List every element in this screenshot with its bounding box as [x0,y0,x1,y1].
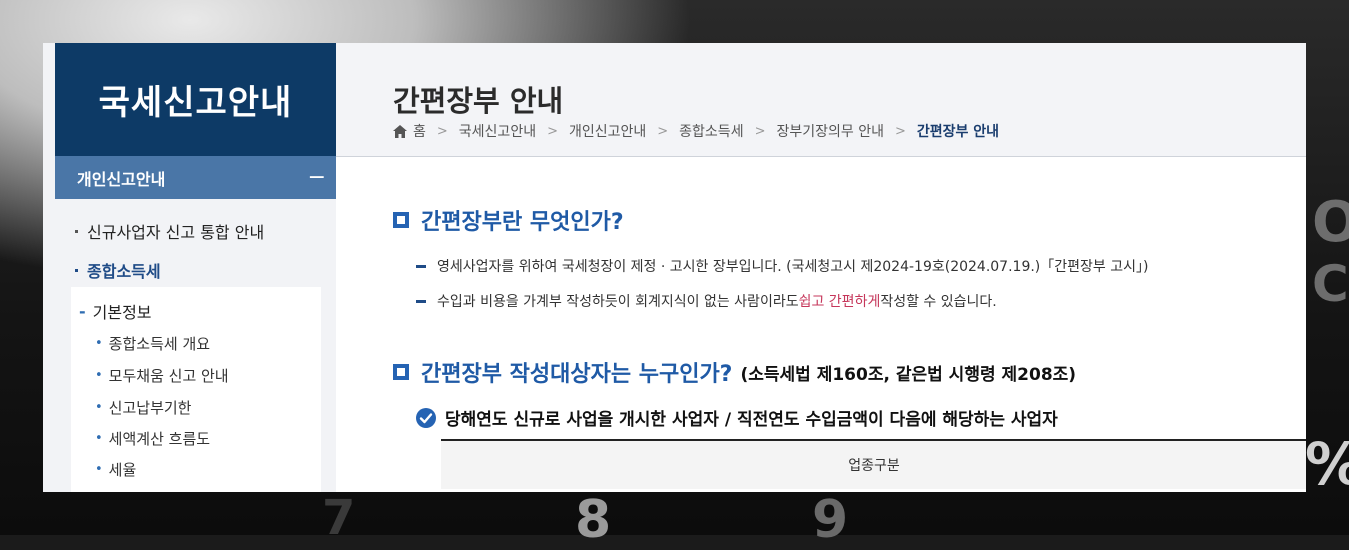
breadcrumb-item[interactable]: 장부기장의무 안내 [776,121,884,141]
description-text-start: 수입과 비용을 가계부 작성하듯이 회계지식이 없는 사람이라도 [437,294,799,310]
breadcrumb-current: 간편장부 안내 [916,124,1000,140]
dash-icon [416,299,426,303]
sidebar-item-label: 종합소득세 [87,262,161,281]
bullet-icon: • [95,431,103,446]
section-heading-text: 간편장부란 무엇인가? [421,210,624,235]
sub-menu-item-label: 종합소득세 개요 [108,335,211,353]
chevron-right-icon: > [436,123,448,139]
sub-menu-heading[interactable]: - 기본정보 [79,299,152,323]
sidebar: 국세신고안내 개인신고안내 − 신규사업자 신고 통합 안내 종합소득세 - 기… [43,43,336,492]
bullet-icon [75,229,78,233]
sub-menu-item-label: 세율 [108,461,137,479]
breadcrumb-item[interactable]: 종합소득세 [679,121,743,141]
table-header-cell: 업종구분 [441,439,1306,489]
sub-menu-item-label: 신고납부기한 [108,399,192,417]
sidebar-item-new-business[interactable]: 신규사업자 신고 통합 안내 [75,219,264,243]
webpage-frame: 국세신고안내 개인신고안내 − 신규사업자 신고 통합 안내 종합소득세 - 기… [43,43,1306,492]
description-text-end: 작성할 수 있습니다. [880,294,997,310]
chevron-right-icon: > [894,123,906,139]
bullet-icon: • [95,368,103,383]
square-bullet-icon [393,212,409,228]
sub-menu-item[interactable]: • 모두채움 신고 안내 [95,365,229,386]
sub-menu-heading-label: 기본정보 [92,303,152,322]
section-heading-text: 간편장부 작성대상자는 누구인가? [421,362,733,387]
sub-menu-item[interactable]: • 세액계산 흐름도 [95,428,210,449]
background-key-ce: CE [1312,255,1349,313]
description-line: 영세사업자를 위하여 국세청장이 제정 · 고시한 장부입니다. (국세청고시 … [416,256,1148,276]
collapse-icon[interactable]: − [308,166,326,189]
chevron-right-icon: > [547,123,558,139]
sub-menu-item[interactable]: • 종합소득세 개요 [95,333,210,354]
bullet-icon: • [95,400,103,415]
breadcrumb-item[interactable]: 국세신고안내 [459,121,536,141]
bullet-icon: • [95,336,103,351]
background-key-o: O [1312,190,1349,255]
sidebar-item-label: 신규사업자 신고 통합 안내 [87,223,265,242]
background-key-7: 7 [322,490,356,546]
description-text: 영세사업자를 위하여 국세청장이 제정 · 고시한 장부입니다. (국세청고시 … [437,259,1149,275]
highlight-text: 쉽고 간편하게 [798,294,881,310]
page-title: 간편장부 안내 [393,84,564,118]
bullet-icon: • [95,462,103,477]
sub-menu-item-label: 세액계산 흐름도 [108,430,211,448]
section-heading-target: 간편장부 작성대상자는 누구인가? (소득세법 제160조, 같은법 시행령 제… [393,356,1076,388]
main-content: 간편장부 안내 홈 > 국세신고안내 > 개인신고안내 > 종합소득세 > 장부… [336,43,1306,492]
square-bullet-icon [393,364,409,380]
section-heading-law-ref: (소득세법 제160조, 같은법 시행령 제208조) [740,364,1077,385]
background-key-8: 8 [575,490,612,550]
section-heading-what-is: 간편장부란 무엇인가? [393,204,624,236]
sidebar-title[interactable]: 국세신고안내 [55,43,336,156]
check-item-text: 당해연도 신규로 사업을 개시한 사업자 / 직전연도 수입금액이 다음에 해당… [445,410,1058,430]
sub-menu-item[interactable]: • 세율 [95,459,136,480]
sub-menu-panel: - 기본정보 • 종합소득세 개요 • 모두채움 신고 안내 • 신고납부기한 … [71,287,321,492]
dash-icon [416,264,426,268]
page-header: 간편장부 안내 홈 > 국세신고안내 > 개인신고안내 > 종합소득세 > 장부… [336,43,1306,157]
background-key-percent: % [1305,430,1349,498]
sidebar-item-income-tax[interactable]: 종합소득세 [75,258,161,282]
chevron-right-icon: > [754,123,766,139]
breadcrumb-item[interactable]: 개인신고안내 [569,121,646,141]
dash-icon: - [79,301,86,321]
check-item: 당해연도 신규로 사업을 개시한 사업자 / 직전연도 수입금액이 다음에 해당… [416,405,1058,430]
breadcrumb: 홈 > 국세신고안내 > 개인신고안내 > 종합소득세 > 장부기장의무 안내 … [393,121,999,141]
check-circle-icon [416,407,436,428]
sidebar-section-personal-filing[interactable]: 개인신고안내 − [55,156,336,199]
sidebar-section-label: 개인신고안내 [77,169,166,189]
sub-menu-item-label: 모두채움 신고 안내 [108,367,229,385]
breadcrumb-home[interactable]: 홈 [413,121,426,141]
chevron-right-icon: > [657,123,669,139]
background-key-9: 9 [812,490,849,550]
bullet-icon [75,268,78,272]
sub-menu-item[interactable]: • 신고납부기한 [95,397,191,418]
description-line: 수입과 비용을 가계부 작성하듯이 회계지식이 없는 사람이라도 쉽고 간편하게… [416,291,997,311]
home-icon [393,124,407,138]
